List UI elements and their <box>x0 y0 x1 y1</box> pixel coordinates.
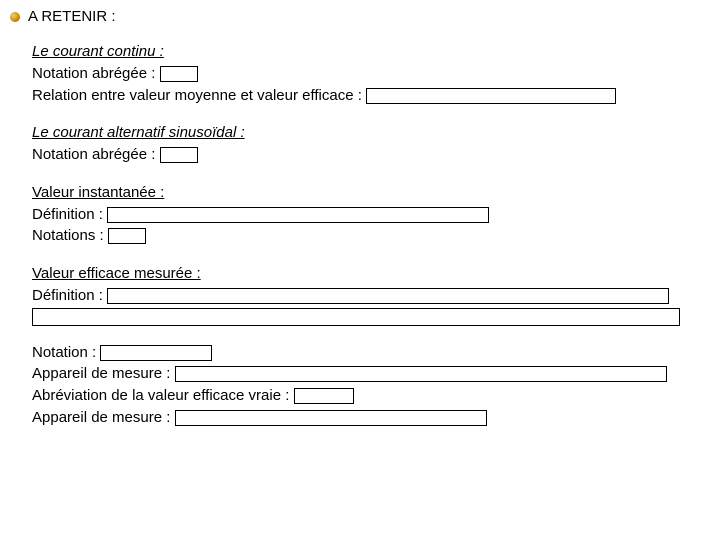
label-cc-notation: Notation abrégée : <box>32 65 155 82</box>
row-vi-definition: Définition : <box>10 204 710 226</box>
section-valeur-efficace: Valeur efficace mesurée : <box>10 263 710 285</box>
row-vi-notations: Notations : <box>10 225 710 247</box>
blank-ve-definition-line2[interactable] <box>32 308 680 326</box>
label-ca-notation: Notation abrégée : <box>32 146 155 163</box>
section-courant-alternatif: Le courant alternatif sinusoïdal : <box>10 122 710 144</box>
blank-vi-notations[interactable] <box>108 228 146 244</box>
label-abreviation: Abréviation de la valeur efficace vraie … <box>32 387 289 404</box>
row-abreviation: Abréviation de la valeur efficace vraie … <box>10 385 710 407</box>
blank-appareil2[interactable] <box>175 410 487 426</box>
header-row: A RETENIR : <box>10 8 710 25</box>
label-vi-notations: Notations : <box>32 227 104 244</box>
label-notation: Notation : <box>32 344 96 361</box>
label-cc-relation: Relation entre valeur moyenne et valeur … <box>32 87 362 104</box>
blank-ca-notation[interactable] <box>160 147 198 163</box>
label-ve-definition: Définition : <box>32 287 103 304</box>
label-appareil2: Appareil de mesure : <box>32 409 170 426</box>
blank-notation[interactable] <box>100 345 212 361</box>
bullet-icon <box>10 12 20 22</box>
blank-vi-definition[interactable] <box>107 207 489 223</box>
label-vi-definition: Définition : <box>32 206 103 223</box>
blank-abreviation[interactable] <box>294 388 354 404</box>
row-ve-definition: Définition : <box>10 285 710 307</box>
blank-ve-definition-line1[interactable] <box>107 288 669 304</box>
row-cc-relation: Relation entre valeur moyenne et valeur … <box>10 85 710 107</box>
row-ca-notation: Notation abrégée : <box>10 144 710 166</box>
row-notation: Notation : <box>10 342 710 364</box>
blank-cc-relation[interactable] <box>366 88 616 104</box>
row-cc-notation: Notation abrégée : <box>10 63 710 85</box>
section-valeur-instantanee: Valeur instantanée : <box>10 182 710 204</box>
page-title: A RETENIR : <box>28 8 116 25</box>
blank-cc-notation[interactable] <box>160 66 198 82</box>
label-appareil1: Appareil de mesure : <box>32 365 170 382</box>
row-appareil1: Appareil de mesure : <box>10 363 710 385</box>
blank-appareil1[interactable] <box>175 366 667 382</box>
section-courant-continu: Le courant continu : <box>10 41 710 63</box>
row-appareil2: Appareil de mesure : <box>10 407 710 429</box>
